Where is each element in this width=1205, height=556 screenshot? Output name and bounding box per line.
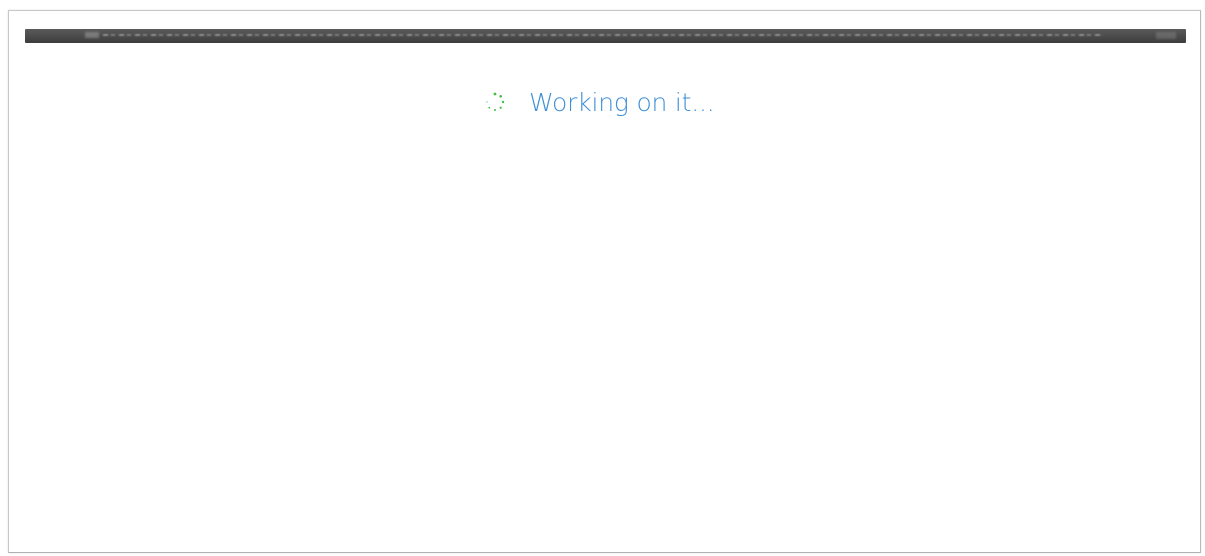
loading-spinner-icon [486,92,505,111]
address-bar[interactable] [25,29,1186,43]
navigation-icon[interactable] [85,32,99,38]
loading-indicator: Working on it... [484,82,715,122]
loading-text: Working on it... [529,87,715,117]
url-text [103,34,1103,36]
browser-controls-icon[interactable] [1156,32,1176,39]
